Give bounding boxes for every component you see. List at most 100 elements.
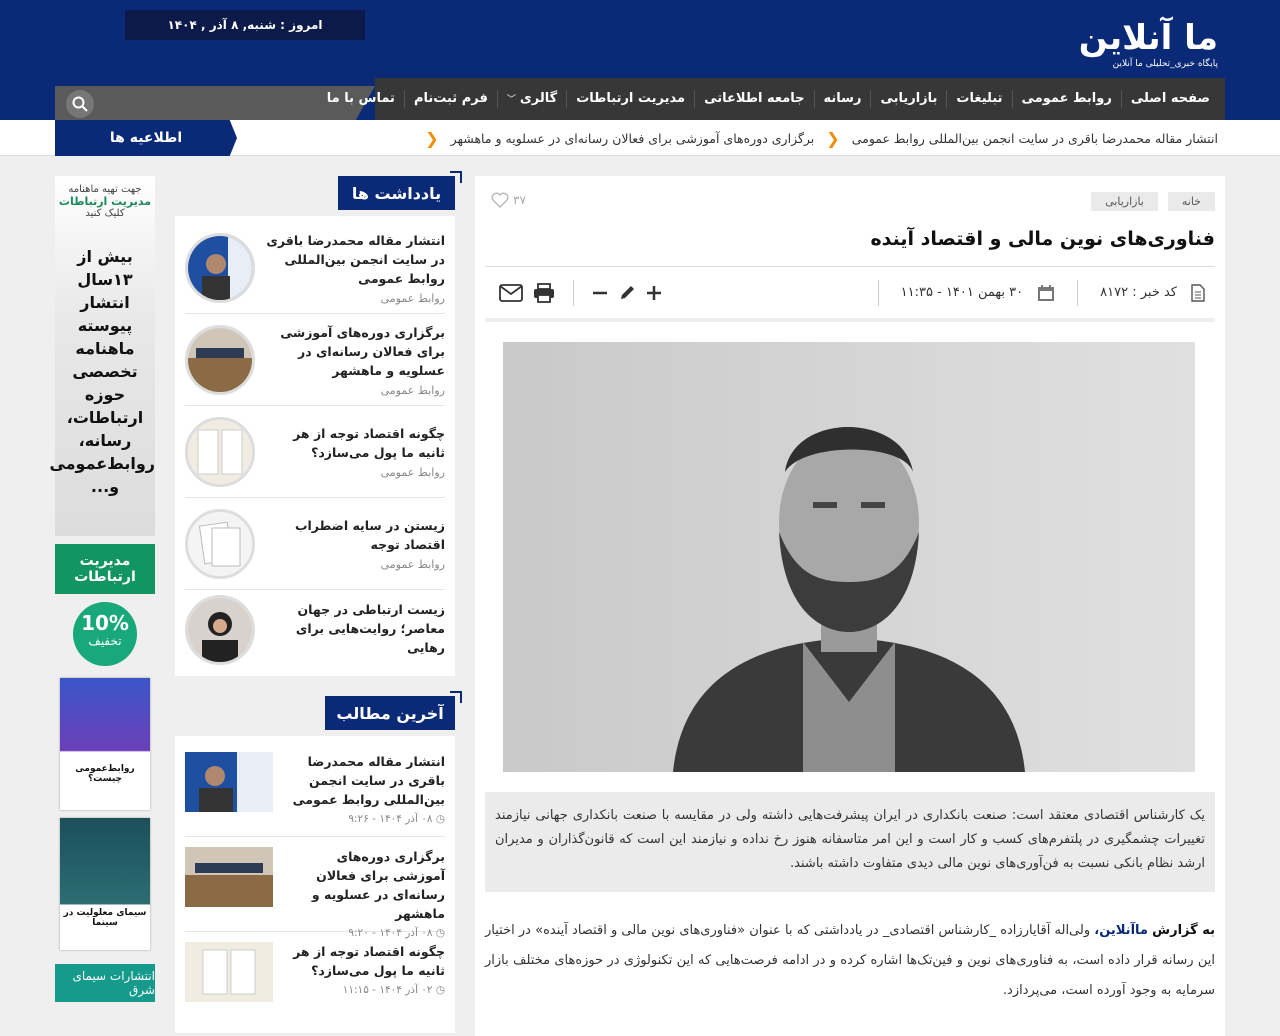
- divider: [877, 279, 879, 306]
- note-title: زیست ارتباطی در جهان معاصر؛ روایت‌هایی ب…: [295, 601, 445, 655]
- article-photo: [503, 342, 1195, 772]
- note-title: انتشار مقاله محمدرضا باقری در سایت انجمن…: [266, 232, 445, 286]
- ad-line: تخصصی: [72, 362, 138, 381]
- ticker-item[interactable]: انتشار مقاله محمدرضا باقری در سایت انجمن…: [852, 131, 1218, 146]
- list-item[interactable]: برگزاری دوره‌های آموزشی برای فعالان رسان…: [185, 314, 445, 406]
- discount-ad[interactable]: 10% تخفیف: [55, 598, 155, 670]
- publisher-ad[interactable]: انتشارات سیمای شرق: [55, 964, 155, 1002]
- note-title: برگزاری دوره‌های آموزشی برای فعالان رسان…: [280, 324, 445, 378]
- breadcrumb: خانه بازاریابی: [1091, 192, 1215, 211]
- note-title: چگونه اقتصاد توجه از هر ثانیه ما پول می‌…: [293, 426, 445, 460]
- note-thumbnail: [185, 416, 255, 487]
- list-item[interactable]: چگونه اقتصاد توجه از هر ثانیه ما پول می‌…: [185, 932, 445, 1027]
- nav-communications-management[interactable]: مدیریت ارتباطات: [566, 90, 694, 108]
- nav-gallery[interactable]: گالری﹀: [496, 90, 566, 108]
- print-icon[interactable]: [533, 282, 555, 303]
- note-thumbnail: [185, 595, 255, 665]
- nav-advertising[interactable]: تبلیغات: [946, 90, 1011, 108]
- search-icon: [72, 96, 88, 112]
- nav-information-society[interactable]: جامعه اطلاعاتی: [694, 90, 813, 108]
- article-toolbar: کد خبر : ۸۱۷۲ ۳۰ بهمن ۱۴۰۱ - ۱۱:۳۵: [485, 266, 1215, 322]
- nav-media[interactable]: رسانه: [813, 90, 871, 108]
- ad-text: جهت تهیه ماهنامه: [68, 184, 142, 195]
- search-button[interactable]: [66, 90, 94, 118]
- nav-register[interactable]: فرم ثبت‌نام: [403, 90, 497, 108]
- news-code: کد خبر : ۸۱۷۲: [1100, 285, 1177, 300]
- document-icon: [1191, 283, 1205, 302]
- breadcrumb-category[interactable]: بازاریابی: [1091, 192, 1158, 211]
- nav-home[interactable]: صفحه اصلی: [1120, 90, 1219, 108]
- nav-public-relations[interactable]: روابط عمومی: [1011, 90, 1121, 108]
- latest-date: ◷ ۰۸ آذر ۱۴۰۴ - ۹:۲۶: [283, 813, 445, 825]
- note-thumbnail: [185, 232, 255, 303]
- note-text: زیست ارتباطی در جهان معاصر؛ روایت‌هایی ب…: [265, 600, 445, 661]
- magazine-ad[interactable]: جهت تهیه ماهنامه مدیریت ارتباطات کلیک کن…: [49, 176, 155, 536]
- ticker-item[interactable]: برگزاری دوره‌های آموزشی برای فعالان رسان…: [451, 131, 815, 146]
- note-title: زیستن در سایه اضطراب اقتصاد توجه: [294, 518, 445, 552]
- ad-line: رسانه،: [78, 431, 132, 450]
- ad-line: پیوسته: [77, 316, 133, 335]
- note-text: زیستن در سایه اضطراب اقتصاد توجه روابط عم…: [265, 516, 445, 571]
- note-thumbnail: [185, 508, 255, 579]
- section-title: آخرین مطالب: [325, 696, 455, 730]
- breadcrumb-home[interactable]: خانه: [1167, 192, 1215, 211]
- list-item[interactable]: زیستن در سایه اضطراب اقتصاد توجه روابط عم…: [185, 498, 445, 590]
- logo-wordmark: ما آنلاین: [1078, 18, 1218, 58]
- ticker-label: اطلاعیه ها: [55, 120, 237, 156]
- corner-decoration: [450, 691, 462, 703]
- section-header: آخرین مطالب: [175, 691, 462, 736]
- news-ticker: انتشار مقاله محمدرضا باقری در سایت انجمن…: [0, 120, 1280, 156]
- zoom-out-icon[interactable]: [592, 285, 608, 301]
- nav-marketing[interactable]: بازاریابی: [870, 90, 946, 108]
- book-title: سیمای معلولیت در سینما: [63, 908, 147, 928]
- list-item[interactable]: انتشار مقاله محمدرضا باقری در سایت انجمن…: [185, 742, 445, 837]
- divider: [1077, 279, 1079, 306]
- ad-column: جهت تهیه ماهنامه مدیریت ارتباطات کلیک کن…: [49, 176, 155, 1002]
- book-ad[interactable]: روابط‌عمومی چیست؟: [60, 678, 150, 810]
- chevron-left-icon: ❮: [826, 128, 840, 148]
- site-logo[interactable]: ما آنلاین پایگاه خبری_تحلیلی ما آنلاین: [1058, 18, 1218, 74]
- latest-title: چگونه اقتصاد توجه از هر ثانیه ما پول می‌…: [293, 944, 445, 978]
- ad-line: ماهنامه: [75, 339, 135, 358]
- latest-thumbnail: [185, 942, 273, 1002]
- communications-management-ad[interactable]: مدیریت ارتباطات: [55, 544, 155, 594]
- nav-gallery-label: گالری: [519, 91, 558, 106]
- ad-line: حوزه: [84, 385, 126, 404]
- list-item[interactable]: انتشار مقاله محمدرضا باقری در سایت انجمن…: [185, 222, 445, 314]
- portrait-image: [503, 342, 1195, 772]
- section-header: یادداشت ها: [175, 171, 462, 216]
- pencil-icon[interactable]: [618, 284, 636, 302]
- email-icon[interactable]: [499, 283, 523, 302]
- note-category: روابط عمومی: [380, 466, 445, 479]
- article-title: فناوری‌های نوین مالی و اقتصاد آینده: [870, 228, 1215, 250]
- chevron-left-icon: ❮: [425, 128, 439, 148]
- zoom-in-icon[interactable]: [646, 285, 662, 301]
- ad-line: روابط‌عمومی: [49, 454, 155, 473]
- latest-date: ◷ ۰۲ آذر ۱۴۰۴ - ۱۱:۱۵: [283, 984, 445, 996]
- like-button[interactable]: ۳۷: [491, 192, 526, 208]
- divider: [573, 279, 574, 306]
- like-count: ۳۷: [513, 193, 526, 207]
- notes-section: یادداشت ها انتشار مقاله محمدرضا باقری در…: [175, 171, 462, 676]
- article-lead: یک کارشناس اقتصادی معتقد است: صنعت بانکد…: [485, 792, 1215, 892]
- source-label: به گزارش: [1152, 923, 1215, 938]
- book-ad[interactable]: سیمای معلولیت در سینما: [60, 818, 150, 950]
- main-nav: صفحه اصلی روابط عمومی تبلیغات بازاریابی …: [327, 78, 1225, 120]
- list-item[interactable]: چگونه اقتصاد توجه از هر ثانیه ما پول می‌…: [185, 406, 445, 498]
- ad-headline: بیش از ۱۳سال انتشار پیوسته ماهنامه تخصصی…: [49, 245, 155, 498]
- list-item[interactable]: زیست ارتباطی در جهان معاصر؛ روایت‌هایی ب…: [185, 590, 445, 670]
- nav-contact[interactable]: تماس با ما: [318, 90, 404, 108]
- ad-line: ارتباطات،: [66, 408, 144, 427]
- latest-text: انتشار مقاله محمدرضا باقری در سایت انجمن…: [283, 752, 445, 826]
- publish-datetime: ۳۰ بهمن ۱۴۰۱ - ۱۱:۳۵: [900, 285, 1024, 300]
- discount-percent: 10%: [81, 611, 129, 635]
- latest-date: ◷ ۰۸ آذر ۱۴۰۴ - ۹:۲۰: [283, 927, 445, 939]
- article-actions: [495, 279, 662, 306]
- corner-decoration: [450, 171, 462, 183]
- clock-icon: ◷: [432, 813, 445, 825]
- ad-line: بیش از: [77, 247, 133, 266]
- latest-title: برگزاری دوره‌های آموزشی برای فعالان رسان…: [311, 849, 445, 921]
- source-link[interactable]: ماآنلاین،: [1094, 923, 1148, 938]
- list-item[interactable]: برگزاری دوره‌های آموزشی برای فعالان رسان…: [185, 837, 445, 939]
- article-body: به گزارش ماآنلاین، ولی‌اله آقایارزاده _ک…: [485, 916, 1215, 1006]
